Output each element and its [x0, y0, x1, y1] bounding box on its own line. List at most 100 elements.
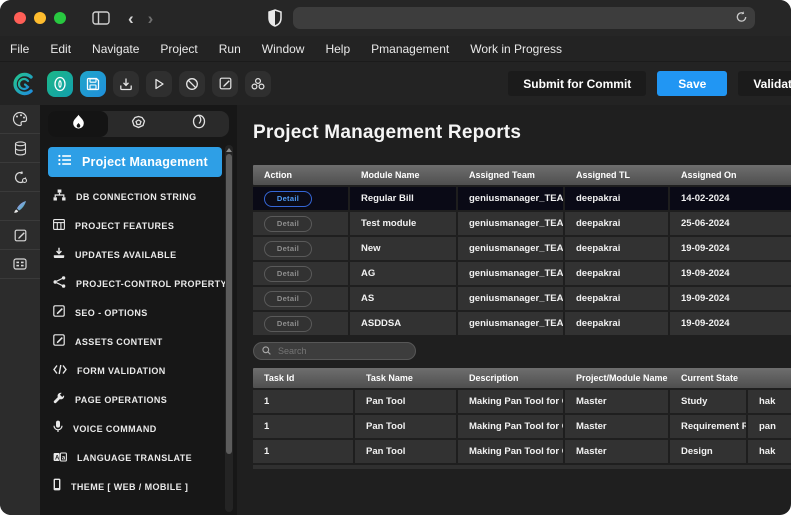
- modules-table-header: Action Module Name Assigned Team Assigne…: [253, 165, 791, 185]
- sidebar-item-form-validation[interactable]: FORM VALIDATION: [40, 356, 237, 385]
- sidebar-item-label: PROJECT-CONTROL PROPERTY: [76, 279, 227, 289]
- address-bar[interactable]: [293, 7, 755, 29]
- cell-task-id: 1: [253, 440, 355, 463]
- cell-on: 19-09-2024: [670, 237, 791, 260]
- dial-icon: [192, 114, 206, 134]
- cell-task-name: Pan Tool: [355, 415, 458, 438]
- table-row[interactable]: 1 Pan Tool Making Pan Tool for G... Mast…: [253, 440, 791, 463]
- cell-module: Test module: [350, 212, 458, 235]
- detail-button[interactable]: Detail: [264, 216, 312, 232]
- forward-icon[interactable]: ›: [148, 10, 154, 27]
- table-row[interactable]: Detail AG geniusmanager_TEAM deepakrai 1…: [253, 262, 791, 285]
- detail-button[interactable]: Detail: [264, 266, 312, 282]
- import-icon[interactable]: [113, 71, 139, 97]
- sidebar-item-page-operations[interactable]: PAGE OPERATIONS: [40, 385, 237, 414]
- sidebar-item-seo-options[interactable]: SEO - OPTIONS: [40, 298, 237, 327]
- menu-file[interactable]: File: [10, 42, 29, 56]
- menu-edit[interactable]: Edit: [50, 42, 71, 56]
- validation-button[interactable]: Validation: [738, 71, 791, 96]
- menu-project[interactable]: Project: [160, 42, 197, 56]
- sitemap-icon: [53, 188, 66, 206]
- menu-work-in-progress[interactable]: Work in Progress: [470, 42, 562, 56]
- submit-for-commit-button[interactable]: Submit for Commit: [508, 71, 646, 96]
- run-icon[interactable]: [146, 71, 172, 97]
- cell-team: geniusmanager_TEAM: [458, 287, 565, 310]
- code-icon: [53, 362, 67, 380]
- palette-icon[interactable]: [0, 105, 40, 134]
- cell-on: 19-09-2024: [670, 287, 791, 310]
- block-icon[interactable]: [179, 71, 205, 97]
- minimize-button[interactable]: [34, 12, 46, 24]
- table-row[interactable]: Detail Regular Bill geniusmanager_TEAM d…: [253, 187, 791, 210]
- cell-description: Making Pan Tool for G...: [458, 415, 565, 438]
- database-icon[interactable]: [0, 134, 40, 163]
- shield-icon[interactable]: [267, 9, 283, 27]
- sidebar-item-project-management[interactable]: Project Management: [48, 147, 222, 177]
- sidebar-item-label: FORM VALIDATION: [77, 366, 166, 376]
- sidebar-toggle-icon[interactable]: [92, 11, 110, 25]
- compose-icon[interactable]: [212, 71, 238, 97]
- sidebar-nav: Project Management DB CONNECTION STRING …: [40, 145, 237, 501]
- cell-task-id: 1: [253, 415, 355, 438]
- scroll-up-icon[interactable]: [226, 148, 232, 152]
- badge-icon[interactable]: [47, 71, 73, 97]
- close-button[interactable]: [14, 12, 26, 24]
- save-button[interactable]: Save: [657, 71, 727, 96]
- table-row[interactable]: 1 Pan Tool Making Pan Tool for G... Mast…: [253, 415, 791, 438]
- refresh-icon[interactable]: [735, 10, 748, 29]
- brush-icon[interactable]: [0, 192, 40, 221]
- zoom-button[interactable]: [54, 12, 66, 24]
- cell-task-name: Pan Tool: [355, 390, 458, 413]
- table-row[interactable]: Detail ASDDSA geniusmanager_TEAM deepakr…: [253, 312, 791, 335]
- sidebar-item-project-control-property[interactable]: PROJECT-CONTROL PROPERTY: [40, 269, 237, 298]
- compose-icon[interactable]: [0, 221, 40, 250]
- menu-navigate[interactable]: Navigate: [92, 42, 139, 56]
- search-input[interactable]: [276, 345, 407, 357]
- menu-window[interactable]: Window: [262, 42, 305, 56]
- tab-blob[interactable]: [108, 111, 168, 137]
- sidebar-item-updates-available[interactable]: UPDATES AVAILABLE: [40, 240, 237, 269]
- scrollbar-thumb[interactable]: [226, 154, 232, 454]
- cell-extra: pan: [748, 415, 791, 438]
- table-row[interactable]: 1 Pan Tool Making Pan Tool for G... Mast…: [253, 390, 791, 413]
- main-content: Project Management Reports Action Module…: [237, 105, 791, 515]
- sidebar-item-project-features[interactable]: PROJECT FEATURES: [40, 211, 237, 240]
- tasks-table-header: Task Id Task Name Description Project/Mo…: [253, 368, 791, 388]
- grid-icon[interactable]: [0, 250, 40, 279]
- sync-icon[interactable]: [0, 163, 40, 192]
- cell-tl: deepakrai: [565, 312, 670, 335]
- cell-team: geniusmanager_TEAM: [458, 187, 565, 210]
- sidebar-item-voice-command[interactable]: VOICE COMMAND: [40, 414, 237, 443]
- detail-button[interactable]: Detail: [264, 291, 312, 307]
- save-icon[interactable]: [80, 71, 106, 97]
- sidebar-item-assets-content[interactable]: ASSETS CONTENT: [40, 327, 237, 356]
- menu-pmanagement[interactable]: Pmanagement: [371, 42, 449, 56]
- column-project-module-name: Project/Module Name: [565, 373, 670, 383]
- sidebar-item-language-translate[interactable]: Aa LANGUAGE TRANSLATE: [40, 443, 237, 472]
- tab-flame[interactable]: [48, 111, 108, 137]
- cluster-icon[interactable]: [245, 71, 271, 97]
- detail-button[interactable]: Detail: [264, 191, 312, 207]
- cell-on: 19-09-2024: [670, 312, 791, 335]
- cell-project: Master: [565, 440, 670, 463]
- cell-description: Making Pan Tool for G...: [458, 390, 565, 413]
- table-row[interactable]: Detail AS geniusmanager_TEAM deepakrai 1…: [253, 287, 791, 310]
- cell-project: Master: [565, 415, 670, 438]
- tab-dial[interactable]: [169, 111, 229, 137]
- cell-module: AG: [350, 262, 458, 285]
- back-icon[interactable]: ‹: [128, 10, 134, 27]
- sidebar-item-db-connection-string[interactable]: DB CONNECTION STRING: [40, 182, 237, 211]
- sidebar-item-label: PAGE OPERATIONS: [75, 395, 167, 405]
- menu-run[interactable]: Run: [219, 42, 241, 56]
- table-row[interactable]: Detail New geniusmanager_TEAM deepakrai …: [253, 237, 791, 260]
- column-description: Description: [458, 373, 565, 383]
- sidebar-scrollbar[interactable]: [225, 145, 233, 512]
- cell-extra: hak: [748, 440, 791, 463]
- detail-button[interactable]: Detail: [264, 241, 312, 257]
- sidebar-item-theme-web-mobile[interactable]: THEME [ WEB / MOBILE ]: [40, 472, 237, 501]
- mic-icon: [53, 420, 63, 438]
- edit-icon: [53, 333, 65, 351]
- table-row[interactable]: Detail Test module geniusmanager_TEAM de…: [253, 212, 791, 235]
- menu-help[interactable]: Help: [325, 42, 350, 56]
- detail-button[interactable]: Detail: [264, 316, 312, 332]
